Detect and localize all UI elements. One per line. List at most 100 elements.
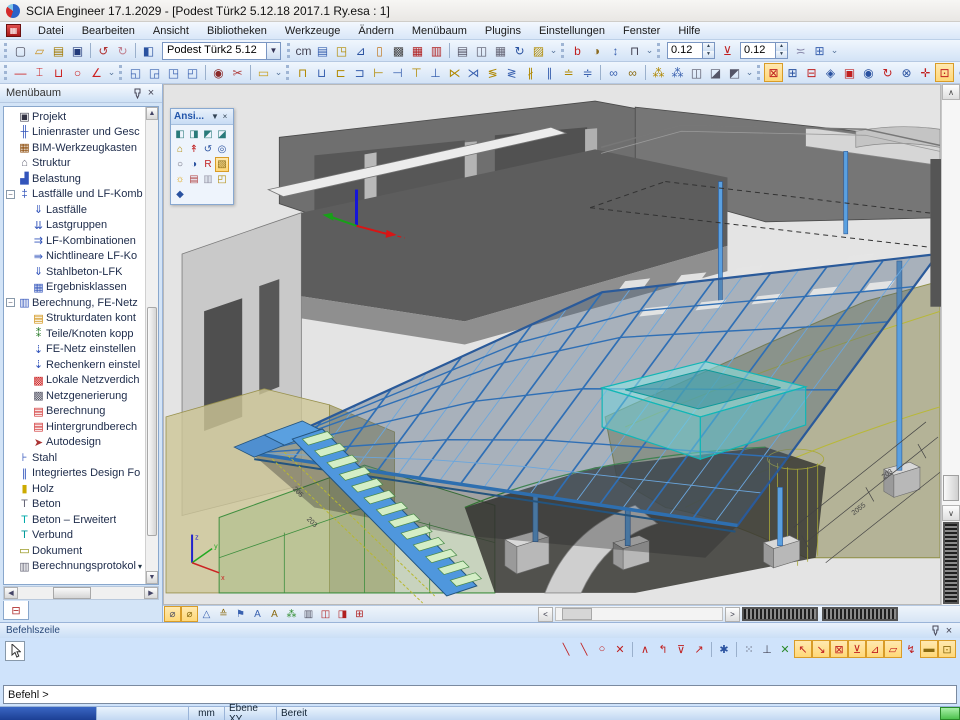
member-check-icon[interactable]: ↕ bbox=[606, 41, 625, 60]
snap-orthogonal-icon[interactable]: ⊻ bbox=[848, 640, 866, 658]
sidebar-item[interactable]: ▦Ergebnisklassen bbox=[6, 280, 144, 296]
snap-off-icon[interactable]: ✕ bbox=[776, 640, 794, 658]
draw-circle-icon[interactable]: ○ bbox=[68, 63, 87, 82]
sidebar-item[interactable]: ▩Lokale Netzverdich bbox=[6, 373, 144, 389]
dim-line-icon[interactable]: ≷ bbox=[502, 63, 521, 82]
dot-grid-icon[interactable]: ⁙ bbox=[740, 640, 758, 658]
camera2-icon[interactable]: ▥ bbox=[201, 172, 215, 187]
overflow-chevron-icon[interactable]: ⌄ bbox=[744, 63, 755, 82]
overflow-chevron-icon[interactable]: ⌄ bbox=[644, 41, 655, 60]
sidebar-item[interactable]: ▮Holz bbox=[6, 481, 144, 497]
dim-line-icon[interactable]: ⋊ bbox=[464, 63, 483, 82]
sidebar-item[interactable]: ▤Berechnung bbox=[6, 404, 144, 420]
calculator-icon[interactable]: ▦ bbox=[491, 41, 510, 60]
dim-line-icon[interactable]: ⊤ bbox=[407, 63, 426, 82]
copy-icon[interactable]: ◱ bbox=[126, 63, 145, 82]
units-icon[interactable]: cm bbox=[294, 41, 313, 60]
snap-move-icon[interactable]: ↰ bbox=[654, 640, 672, 658]
tree-hscrollbar[interactable]: ◀ ▶ bbox=[3, 586, 159, 600]
viewport-vscrollbar[interactable]: ∧ ∨ bbox=[941, 84, 960, 605]
rotate-wheel-horizontal-2[interactable] bbox=[822, 607, 898, 621]
dots-icon[interactable]: ⁂ bbox=[283, 606, 300, 622]
save-icon[interactable]: ▣ bbox=[68, 41, 87, 60]
close-icon[interactable]: × bbox=[942, 624, 956, 638]
toolbar-grip[interactable] bbox=[4, 43, 9, 58]
load-display-icon[interactable]: ◉ bbox=[859, 63, 878, 82]
folder-icon[interactable]: ▭ bbox=[254, 63, 273, 82]
command-input[interactable]: Befehl > bbox=[3, 685, 957, 704]
surface-icon[interactable]: ≙ bbox=[215, 606, 232, 622]
menu-fenster[interactable]: Fenster bbox=[614, 24, 669, 38]
snap-line-icon[interactable]: ╲ bbox=[557, 640, 575, 658]
scroll-down-icon[interactable]: ▼ bbox=[146, 571, 158, 584]
dim-line-icon[interactable]: ∥ bbox=[540, 63, 559, 82]
sidebar-item[interactable]: ⇉LF-Kombinationen bbox=[6, 233, 144, 249]
node-numbers-icon[interactable]: ⊞ bbox=[783, 63, 802, 82]
status-plane[interactable]: Ebene XY bbox=[225, 707, 277, 720]
filter-icon[interactable]: ◫ bbox=[687, 63, 706, 82]
print-preview-icon[interactable]: ◫ bbox=[472, 41, 491, 60]
sidebar-item[interactable]: ▤Strukturdaten kont bbox=[6, 311, 144, 327]
render-table-icon[interactable]: ◫ bbox=[317, 606, 334, 622]
toolbar-grip[interactable] bbox=[287, 43, 292, 58]
menu-ndern[interactable]: Ändern bbox=[349, 24, 402, 38]
menu-datei[interactable]: Datei bbox=[29, 24, 73, 38]
sidebar-item[interactable]: ▩Netzgenerierung bbox=[6, 388, 144, 404]
render-3d-icon[interactable]: ◆ bbox=[173, 187, 187, 202]
paste-icon[interactable]: ◰ bbox=[183, 63, 202, 82]
sidebar-item[interactable]: ⌂Struktur bbox=[6, 156, 144, 172]
collapse-icon[interactable]: − bbox=[6, 298, 15, 307]
light-icon[interactable]: ☼ bbox=[173, 172, 187, 187]
draw-angle-icon[interactable]: ∠ bbox=[87, 63, 106, 82]
sidebar-item[interactable]: ∥Integriertes Design Fo bbox=[6, 466, 144, 482]
sidebar-item[interactable]: ▥Berechnungsprotokol▾ bbox=[6, 559, 144, 575]
dim-line-icon[interactable]: ≐ bbox=[559, 63, 578, 82]
activity-icon[interactable]: b bbox=[568, 41, 587, 60]
line-grid-icon[interactable]: ⊥ bbox=[758, 640, 776, 658]
bracket-dimension-icon[interactable]: ⊔ bbox=[49, 63, 68, 82]
rotate-wheel-horizontal-1[interactable] bbox=[742, 607, 818, 621]
menu-einstellungen[interactable]: Einstellungen bbox=[530, 24, 614, 38]
snap-intersection-icon[interactable]: ⊠ bbox=[830, 640, 848, 658]
rotate-view-icon[interactable]: ↺ bbox=[201, 142, 215, 157]
dim-line-icon[interactable]: ⊣ bbox=[388, 63, 407, 82]
background-icon[interactable]: ◰ bbox=[215, 172, 229, 187]
sidebar-item[interactable]: ⇛Nichtlineare LF-Ko bbox=[6, 249, 144, 265]
menu-menbaum[interactable]: Menübaum bbox=[403, 24, 476, 38]
spinner-arrows[interactable]: ▲▼ bbox=[776, 42, 788, 59]
book-icon[interactable]: ▥ bbox=[300, 606, 317, 622]
update-icon[interactable]: ↻ bbox=[510, 41, 529, 60]
scale-spinner-2[interactable]: 0.12 ▲▼ bbox=[740, 42, 788, 59]
overflow-chevron-icon[interactable]: ⌄ bbox=[829, 41, 840, 60]
view-glasses2-icon[interactable]: ∞ bbox=[623, 63, 642, 82]
sidebar-item[interactable]: ⇊Lastgruppen bbox=[6, 218, 144, 234]
move-icon[interactable]: ◳ bbox=[164, 63, 183, 82]
sidebar-item[interactable]: ⁑Teile/Knoten kopp bbox=[6, 326, 144, 342]
cursor-snap-icon[interactable]: ✱ bbox=[715, 640, 733, 658]
close-icon[interactable]: × bbox=[220, 112, 230, 121]
snap-select-icon[interactable]: ⊽ bbox=[672, 640, 690, 658]
support-icon[interactable]: ⊻ bbox=[718, 41, 737, 60]
refresh-display-icon[interactable]: ↻ bbox=[878, 63, 897, 82]
chevron-down-icon[interactable]: ▼ bbox=[266, 42, 281, 60]
scrollbar-thumb[interactable] bbox=[562, 608, 592, 620]
layers-icon[interactable]: ▤ bbox=[313, 41, 332, 60]
toolbar-grip[interactable] bbox=[757, 65, 762, 80]
dim-line-icon[interactable]: ⊥ bbox=[426, 63, 445, 82]
menu-hilfe[interactable]: Hilfe bbox=[669, 24, 709, 38]
member-numbers-icon[interactable]: ⊟ bbox=[802, 63, 821, 82]
cut-icon[interactable]: ✂ bbox=[228, 63, 247, 82]
collapse-icon[interactable]: − bbox=[6, 190, 15, 199]
menu-werkzeuge[interactable]: Werkzeuge bbox=[276, 24, 349, 38]
view-toolbar-header[interactable]: Ansi... ▼ × bbox=[171, 109, 233, 125]
sidebar-item[interactable]: ⊦Stahl bbox=[6, 450, 144, 466]
scroll-up-icon[interactable]: ▲ bbox=[146, 107, 158, 120]
sidebar-item[interactable]: ⇓Lastfälle bbox=[6, 202, 144, 218]
scrollbar-thumb[interactable] bbox=[147, 307, 157, 536]
axes-display-icon[interactable]: ✛ bbox=[916, 63, 935, 82]
pin-icon[interactable] bbox=[130, 86, 144, 100]
visibility-icon[interactable]: ◉ bbox=[209, 63, 228, 82]
selection-mode-button[interactable] bbox=[5, 641, 25, 661]
grid-net-icon[interactable]: ⊞ bbox=[351, 606, 368, 622]
view-glasses-icon[interactable]: ∞ bbox=[604, 63, 623, 82]
